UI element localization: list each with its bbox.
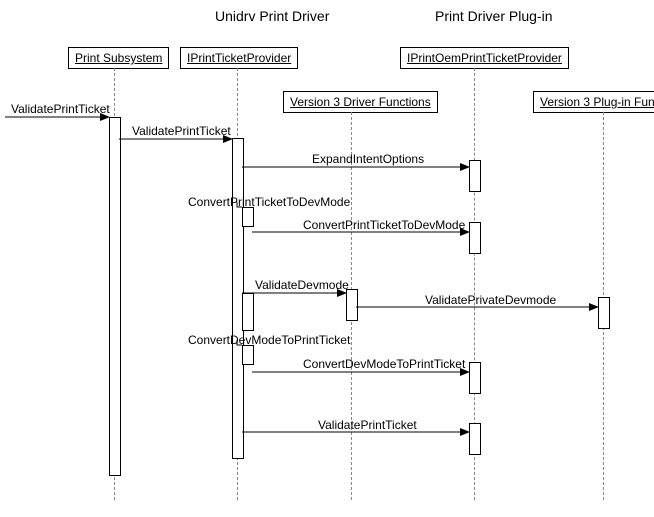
participant-label: Version 3 Driver Functions [290,95,431,109]
participant-label: Version 3 Plug-in Functions [540,95,654,109]
sequence-diagram: Unidrv Print Driver Print Driver Plug-in… [0,0,654,517]
msg-label-1: ValidatePrintTicket [132,124,231,138]
activation-driver-1 [346,289,358,321]
activation-selfcall-2 [242,293,254,331]
activation-oem-1 [469,160,481,192]
arrows-layer [0,0,654,517]
activation-plugin-1 [598,297,610,329]
participant-label: IPrintTicketProvider [187,51,291,65]
participant-iprintoemprintticketprovider: IPrintOemPrintTicketProvider [400,47,569,69]
msg-label-6: ValidatePrivateDevmode [425,293,556,307]
msg-label-5: ValidateDevmode [255,278,349,292]
msg-label-3: ConvertPrintTicketToDevMode [188,195,350,209]
participant-v3-driver-functions: Version 3 Driver Functions [283,91,438,113]
section-title-unidrv: Unidrv Print Driver [215,8,329,24]
participant-print-subsystem: Print Subsystem [68,47,169,69]
activation-selfcall-3 [242,345,254,365]
msg-label-7: ConvertDevModeToPrintTicket [188,333,350,347]
section-title-label: Unidrv Print Driver [215,8,329,24]
section-title-plugin: Print Driver Plug-in [435,8,552,24]
participant-iprintticketprovider: IPrintTicketProvider [180,47,298,69]
msg-label-8: ConvertDevModeToPrintTicket [303,357,465,371]
msg-label-2: ExpandIntentOptions [312,152,424,166]
participant-label: Print Subsystem [75,51,162,65]
activation-oem-3 [469,362,481,394]
participant-v3-plugin-functions: Version 3 Plug-in Functions [533,91,654,113]
participant-label: IPrintOemPrintTicketProvider [407,51,562,65]
msg-label-9: ValidatePrintTicket [318,418,417,432]
activation-print-subsystem [109,117,121,476]
activation-oem-2 [469,222,481,254]
msg-label-4: ConvertPrintTicketToDevMode [303,218,465,232]
section-title-label: Print Driver Plug-in [435,8,552,24]
msg-label-0: ValidatePrintTicket [11,102,110,116]
activation-oem-4 [469,423,481,455]
activation-selfcall-1 [242,207,254,227]
